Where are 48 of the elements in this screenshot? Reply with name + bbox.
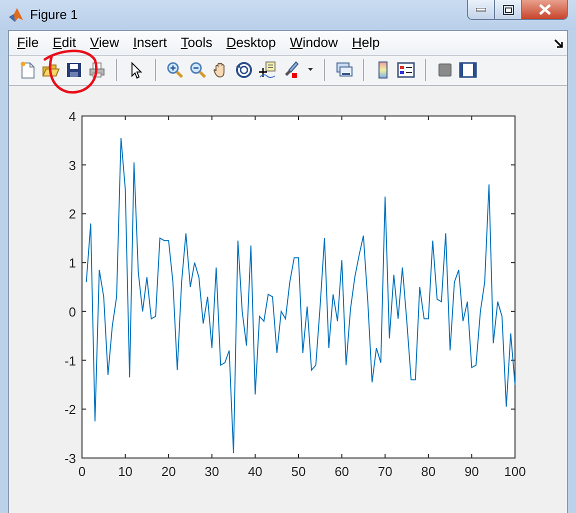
tick-label: 20 — [161, 464, 176, 479]
maximize-button[interactable] — [495, 0, 522, 20]
tick-label: 40 — [248, 464, 262, 479]
tick-label: 0 — [78, 464, 86, 479]
menu-item[interactable]: Window — [290, 35, 345, 50]
tick-label: 3 — [68, 158, 76, 173]
tick-label: 80 — [421, 464, 436, 479]
printer-icon[interactable] — [88, 61, 106, 80]
menu-item[interactable]: Help — [352, 35, 387, 50]
menu-item[interactable]: View — [90, 35, 126, 50]
tick-label: -2 — [64, 402, 76, 418]
close-icon — [538, 4, 550, 15]
menu-item[interactable]: Edit — [52, 35, 84, 50]
linked-figures-icon[interactable] — [335, 61, 353, 80]
close-button[interactable] — [522, 0, 568, 20]
zoom-out-icon[interactable] — [189, 61, 207, 80]
save-icon[interactable] — [65, 61, 83, 80]
plot-tools-icon[interactable] — [459, 61, 477, 80]
menu-item[interactable]: Tools — [180, 35, 220, 50]
tick-label: 30 — [204, 464, 220, 479]
tick-label: 70 — [378, 464, 392, 479]
new-file-icon[interactable] — [19, 61, 37, 80]
tick-label: 1 — [68, 256, 76, 271]
tick-label: -3 — [64, 451, 76, 466]
square-icon[interactable] — [436, 61, 454, 80]
window-title: Figure 1 — [30, 6, 78, 22]
minimize-button[interactable] — [467, 0, 495, 20]
tick-label: 4 — [68, 109, 76, 124]
maximize-icon — [502, 4, 514, 14]
tick-label: 0 — [68, 304, 76, 320]
menu-item[interactable]: Insert — [133, 35, 174, 50]
tick-label: 10 — [118, 464, 133, 479]
menu-item[interactable]: Desktop — [226, 35, 283, 50]
menu-item[interactable]: File — [17, 35, 46, 50]
legend-icon[interactable] — [397, 61, 415, 80]
zoom-in-icon[interactable] — [166, 61, 184, 80]
circle-annotation — [43, 50, 98, 94]
tick-label: 2 — [68, 206, 76, 222]
rotate-icon[interactable] — [235, 61, 253, 80]
minimize-icon — [476, 8, 486, 12]
app-icon — [8, 7, 24, 23]
tick-label: 100 — [504, 464, 526, 479]
tick-label: 60 — [334, 464, 350, 479]
tick-label: 50 — [291, 464, 306, 479]
data-cursor-icon[interactable] — [258, 61, 276, 80]
dock-arrow-icon[interactable] — [554, 39, 563, 48]
tick-label: 90 — [464, 464, 479, 479]
tick-label: -1 — [64, 353, 76, 368]
